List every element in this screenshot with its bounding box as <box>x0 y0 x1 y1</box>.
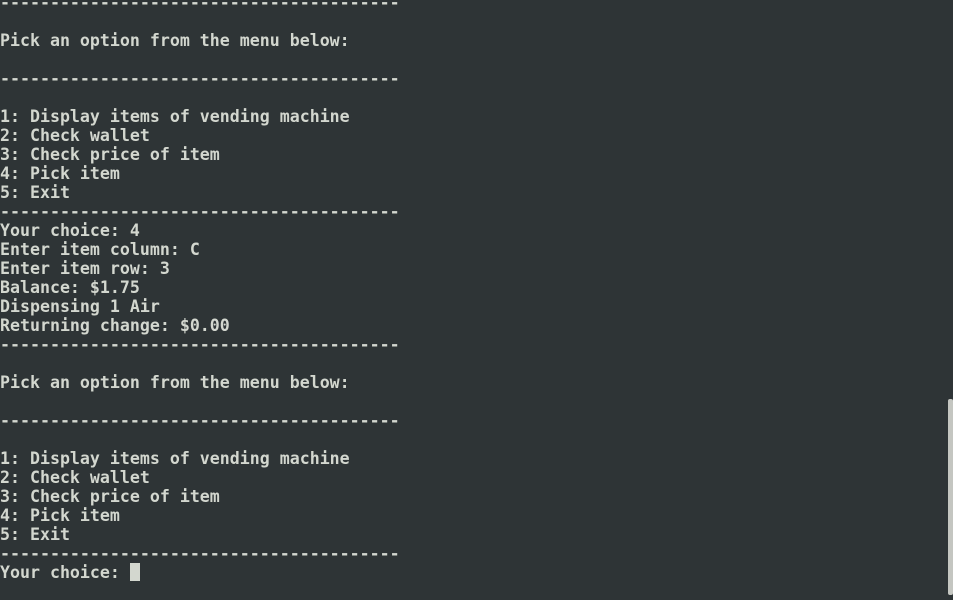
terminal-output: ----------------------------------------… <box>0 0 400 582</box>
terminal-line: ---------------------------------------- <box>0 544 400 563</box>
terminal-line: ---------------------------------------- <box>0 202 400 221</box>
terminal-line: Your choice: 4 <box>0 221 140 240</box>
terminal-line: 2: Check wallet <box>0 126 150 145</box>
terminal-line: 3: Check price of item <box>0 487 220 506</box>
prompt-line[interactable]: Your choice: <box>0 563 400 582</box>
scrollbar-thumb[interactable] <box>948 399 953 595</box>
terminal-line: Dispensing 1 Air <box>0 297 160 316</box>
terminal-line: 4: Pick item <box>0 506 120 525</box>
terminal-line: Pick an option from the menu below: <box>0 373 350 392</box>
terminal-line: Returning change: $0.00 <box>0 316 230 335</box>
terminal-line: Enter item column: C <box>0 240 200 259</box>
terminal-line: 1: Display items of vending machine <box>0 107 350 126</box>
terminal-line: ---------------------------------------- <box>0 411 400 430</box>
terminal-line: 1: Display items of vending machine <box>0 449 350 468</box>
terminal-window[interactable]: ----------------------------------------… <box>0 0 953 600</box>
terminal-line: 2: Check wallet <box>0 468 150 487</box>
prompt-text: Your choice: <box>0 563 130 582</box>
terminal-line: ---------------------------------------- <box>0 69 400 88</box>
terminal-line: 4: Pick item <box>0 164 120 183</box>
terminal-line: 5: Exit <box>0 525 70 544</box>
text-cursor <box>129 563 140 581</box>
terminal-line: 3: Check price of item <box>0 145 220 164</box>
scrollbar-track[interactable] <box>947 0 953 600</box>
terminal-line: 5: Exit <box>0 183 70 202</box>
terminal-line: ---------------------------------------- <box>0 335 400 354</box>
terminal-line: Pick an option from the menu below: <box>0 31 350 50</box>
terminal-line: ---------------------------------------- <box>0 0 400 12</box>
terminal-line: Enter item row: 3 <box>0 259 170 278</box>
terminal-line: Balance: $1.75 <box>0 278 140 297</box>
